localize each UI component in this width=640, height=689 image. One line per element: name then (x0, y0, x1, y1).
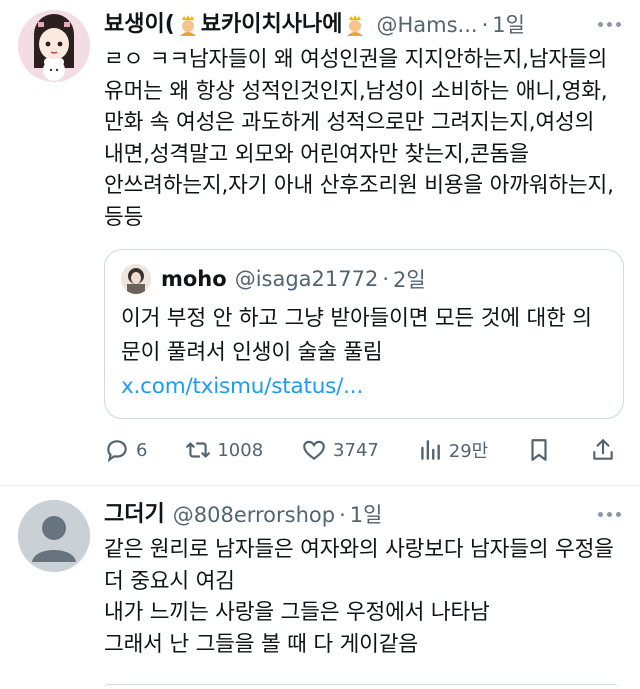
retweet-count: 1008 (217, 439, 264, 461)
quoted-user-avatar (121, 264, 151, 294)
tweet-time[interactable]: 1일 (350, 500, 383, 530)
display-name-part2[interactable]: 뵤카이치사나에 (201, 10, 343, 40)
quoted-tweet[interactable]: moho @isaga21772 · 2일 이거 부정 안 하고 그냥 받아들이… (104, 249, 624, 419)
share-button[interactable] (590, 423, 616, 477)
user-avatar[interactable] (18, 10, 90, 82)
tweet-1[interactable]: 뵤생이( 뵤카이치사나에 @Hams... · 1일 ㄹㅇ ㅋㅋ남자들이 왜 여… (0, 0, 640, 477)
like-count: 3747 (333, 439, 379, 461)
quoted-handle[interactable]: @isaga21772 (235, 267, 379, 291)
next-content-edge (104, 684, 618, 688)
retweet-icon (186, 442, 211, 458)
default-avatar-icon (18, 500, 90, 572)
tweet-time[interactable]: 1일 (492, 10, 525, 40)
quoted-display-name[interactable]: moho (161, 267, 227, 291)
views-chart-icon (420, 440, 440, 460)
quoted-body: 이거 부정 안 하고 그냥 받아들이면 모든 것에 대한 의문이 풀려서 인생이… (121, 306, 592, 365)
display-name[interactable]: 그더기 (104, 500, 165, 530)
tweet-2[interactable]: 그더기 @808errorshop · 1일 같은 원리로 남자들은 여자와의 … (0, 486, 640, 660)
separator-dot: · (382, 267, 390, 291)
view-count: 29만 (448, 441, 489, 462)
reply-count: 6 (136, 439, 148, 461)
user-handle[interactable]: @808errorshop (173, 500, 335, 530)
tweet-header: 그더기 @808errorshop · 1일 (104, 500, 624, 530)
user-handle[interactable]: @Hams... (376, 10, 477, 40)
display-name-part1[interactable]: 뵤생이( (104, 10, 175, 40)
heart-icon (303, 440, 325, 461)
reply-icon (107, 440, 127, 463)
anime-avatar-image (18, 10, 90, 82)
tweet-header: 뵤생이( 뵤카이치사나에 @Hams... · 1일 (104, 10, 624, 40)
user-avatar[interactable] (18, 500, 90, 572)
quoted-text: 이거 부정 안 하고 그냥 받아들이면 모든 것에 대한 의문이 풀려서 인생이… (121, 302, 607, 404)
like-button[interactable]: 3747 (301, 423, 379, 477)
quoted-time[interactable]: 2일 (393, 264, 426, 294)
retweet-button[interactable]: 1008 (185, 423, 263, 477)
quoted-link[interactable]: x.com/txismu/status/... (121, 374, 363, 399)
tweet-text: 같은 원리로 남자들은 여자와의 사랑보다 남자들의 우정을 더 중요시 여김 … (104, 537, 614, 657)
crown-person-icon (179, 15, 196, 36)
crown-person-icon (347, 15, 364, 36)
bookmark-button[interactable] (526, 423, 552, 477)
bookmark-icon (531, 439, 547, 461)
views-button[interactable]: 29만 (417, 423, 488, 477)
tweet-text: ㄹㅇ ㅋㅋ남자들이 왜 여성인권을 지지안하는지,남자들의 유머는 왜 항상 성… (104, 47, 621, 230)
more-options-icon[interactable] (594, 502, 624, 526)
more-options-icon[interactable] (594, 12, 624, 36)
share-icon (593, 439, 613, 460)
reply-button[interactable]: 6 (104, 423, 147, 477)
separator-dot: · (481, 13, 489, 37)
separator-dot: · (339, 503, 346, 527)
action-bar: 6 1008 3747 29만 (104, 423, 624, 477)
